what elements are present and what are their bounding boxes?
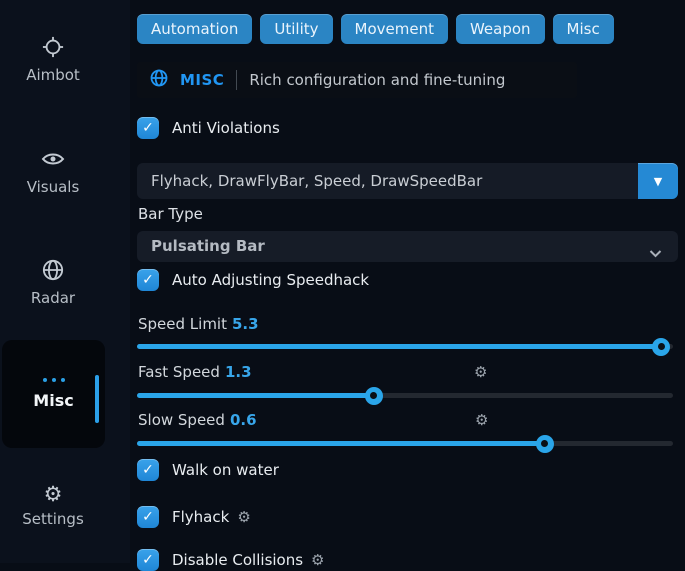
anti-violations-row: Anti Violations bbox=[137, 117, 280, 139]
globe-icon bbox=[42, 259, 64, 283]
sidebar-item-label: Visuals bbox=[0, 178, 106, 196]
tab-weapon[interactable]: Weapon bbox=[456, 14, 545, 44]
tab-utility[interactable]: Utility bbox=[260, 14, 332, 44]
sidebar-item-label: Settings bbox=[0, 510, 106, 528]
sidebar-item-radar[interactable]: Radar bbox=[0, 259, 106, 307]
slider-fill bbox=[137, 393, 374, 398]
sidebar-item-label: Aimbot bbox=[0, 66, 106, 84]
tab-misc[interactable]: Misc bbox=[553, 14, 614, 44]
bar-type-value: Pulsating Bar bbox=[137, 231, 678, 262]
selected-indicator-bar bbox=[95, 375, 99, 423]
tab-automation[interactable]: Automation bbox=[137, 14, 252, 44]
multiselect-dropdown-button[interactable] bbox=[638, 163, 678, 199]
anti-violations-label: Anti Violations bbox=[172, 119, 280, 137]
main-panel: Automation Utility Movement Weapon Misc … bbox=[130, 0, 685, 563]
gear-icon: ⚙ bbox=[44, 482, 63, 506]
auto-adjusting-speedhack-row: Auto Adjusting Speedhack bbox=[137, 269, 369, 291]
section-title: MISC bbox=[180, 71, 224, 89]
slow-speed-slider[interactable] bbox=[137, 441, 673, 446]
disable-collisions-checkbox[interactable] bbox=[137, 549, 159, 571]
fast-speed-slider[interactable] bbox=[137, 393, 673, 398]
chevron-down-icon bbox=[649, 243, 662, 262]
anti-violations-checkbox[interactable] bbox=[137, 117, 159, 139]
flyhack-checkbox[interactable] bbox=[137, 506, 159, 528]
bar-type-select[interactable]: Pulsating Bar bbox=[137, 231, 678, 262]
section-banner: MISC Rich configuration and fine-tuning bbox=[137, 62, 577, 98]
slow-speed-gear-icon[interactable]: ⚙ bbox=[475, 411, 488, 429]
sidebar-item-label: Misc bbox=[33, 391, 73, 410]
flyhack-gear-icon[interactable]: ⚙ bbox=[237, 508, 250, 526]
speed-limit-value: 5.3 bbox=[232, 315, 259, 333]
sidebar: Aimbot Visuals Radar Misc ⚙ Setting bbox=[0, 0, 130, 563]
slider-fill bbox=[137, 441, 545, 446]
globe-icon bbox=[150, 69, 168, 91]
slow-speed-value: 0.6 bbox=[230, 411, 257, 429]
sidebar-item-visuals[interactable]: Visuals bbox=[0, 150, 106, 196]
fast-speed-slider-knob[interactable] bbox=[365, 387, 383, 405]
disable-collisions-gear-icon[interactable]: ⚙ bbox=[311, 551, 324, 569]
disable-collisions-row: Disable Collisions ⚙ bbox=[137, 549, 325, 571]
slow-speed-slider-knob[interactable] bbox=[536, 435, 554, 453]
auto-adjusting-speedhack-checkbox[interactable] bbox=[137, 269, 159, 291]
eye-icon bbox=[41, 150, 65, 174]
speed-limit-slider[interactable] bbox=[137, 344, 673, 349]
fast-speed-gear-icon[interactable]: ⚙ bbox=[474, 363, 487, 381]
speed-limit-slider-knob[interactable] bbox=[652, 338, 670, 356]
sidebar-item-aimbot[interactable]: Aimbot bbox=[0, 36, 106, 84]
speed-limit-label: Speed Limit5.3 bbox=[138, 315, 259, 333]
walk-on-water-label: Walk on water bbox=[172, 461, 279, 479]
fast-speed-value: 1.3 bbox=[225, 363, 252, 381]
sidebar-item-settings[interactable]: ⚙ Settings bbox=[0, 482, 106, 528]
bar-type-label: Bar Type bbox=[138, 205, 203, 223]
multiselect-value: Flyhack, DrawFlyBar, Speed, DrawSpeedBar bbox=[137, 163, 678, 199]
category-tabs: Automation Utility Movement Weapon Misc bbox=[137, 14, 614, 44]
crosshair-icon bbox=[42, 36, 64, 60]
flyhack-row: Flyhack ⚙ bbox=[137, 506, 251, 528]
fast-speed-label: Fast Speed1.3 bbox=[138, 363, 252, 381]
flyhack-label: Flyhack bbox=[172, 508, 229, 526]
divider bbox=[236, 70, 237, 90]
ellipsis-icon bbox=[43, 378, 65, 382]
disable-collisions-label: Disable Collisions bbox=[172, 551, 303, 569]
sidebar-item-misc-selected[interactable]: Misc bbox=[2, 340, 105, 448]
walk-on-water-row: Walk on water bbox=[137, 459, 279, 481]
slow-speed-label: Slow Speed0.6 bbox=[138, 411, 257, 429]
walk-on-water-checkbox[interactable] bbox=[137, 459, 159, 481]
section-subtitle: Rich configuration and fine-tuning bbox=[249, 71, 505, 89]
slider-fill bbox=[137, 344, 661, 349]
auto-adjusting-speedhack-label: Auto Adjusting Speedhack bbox=[172, 271, 369, 289]
sidebar-item-label: Radar bbox=[0, 289, 106, 307]
tab-movement[interactable]: Movement bbox=[341, 14, 448, 44]
feature-multiselect[interactable]: Flyhack, DrawFlyBar, Speed, DrawSpeedBar bbox=[137, 163, 678, 199]
